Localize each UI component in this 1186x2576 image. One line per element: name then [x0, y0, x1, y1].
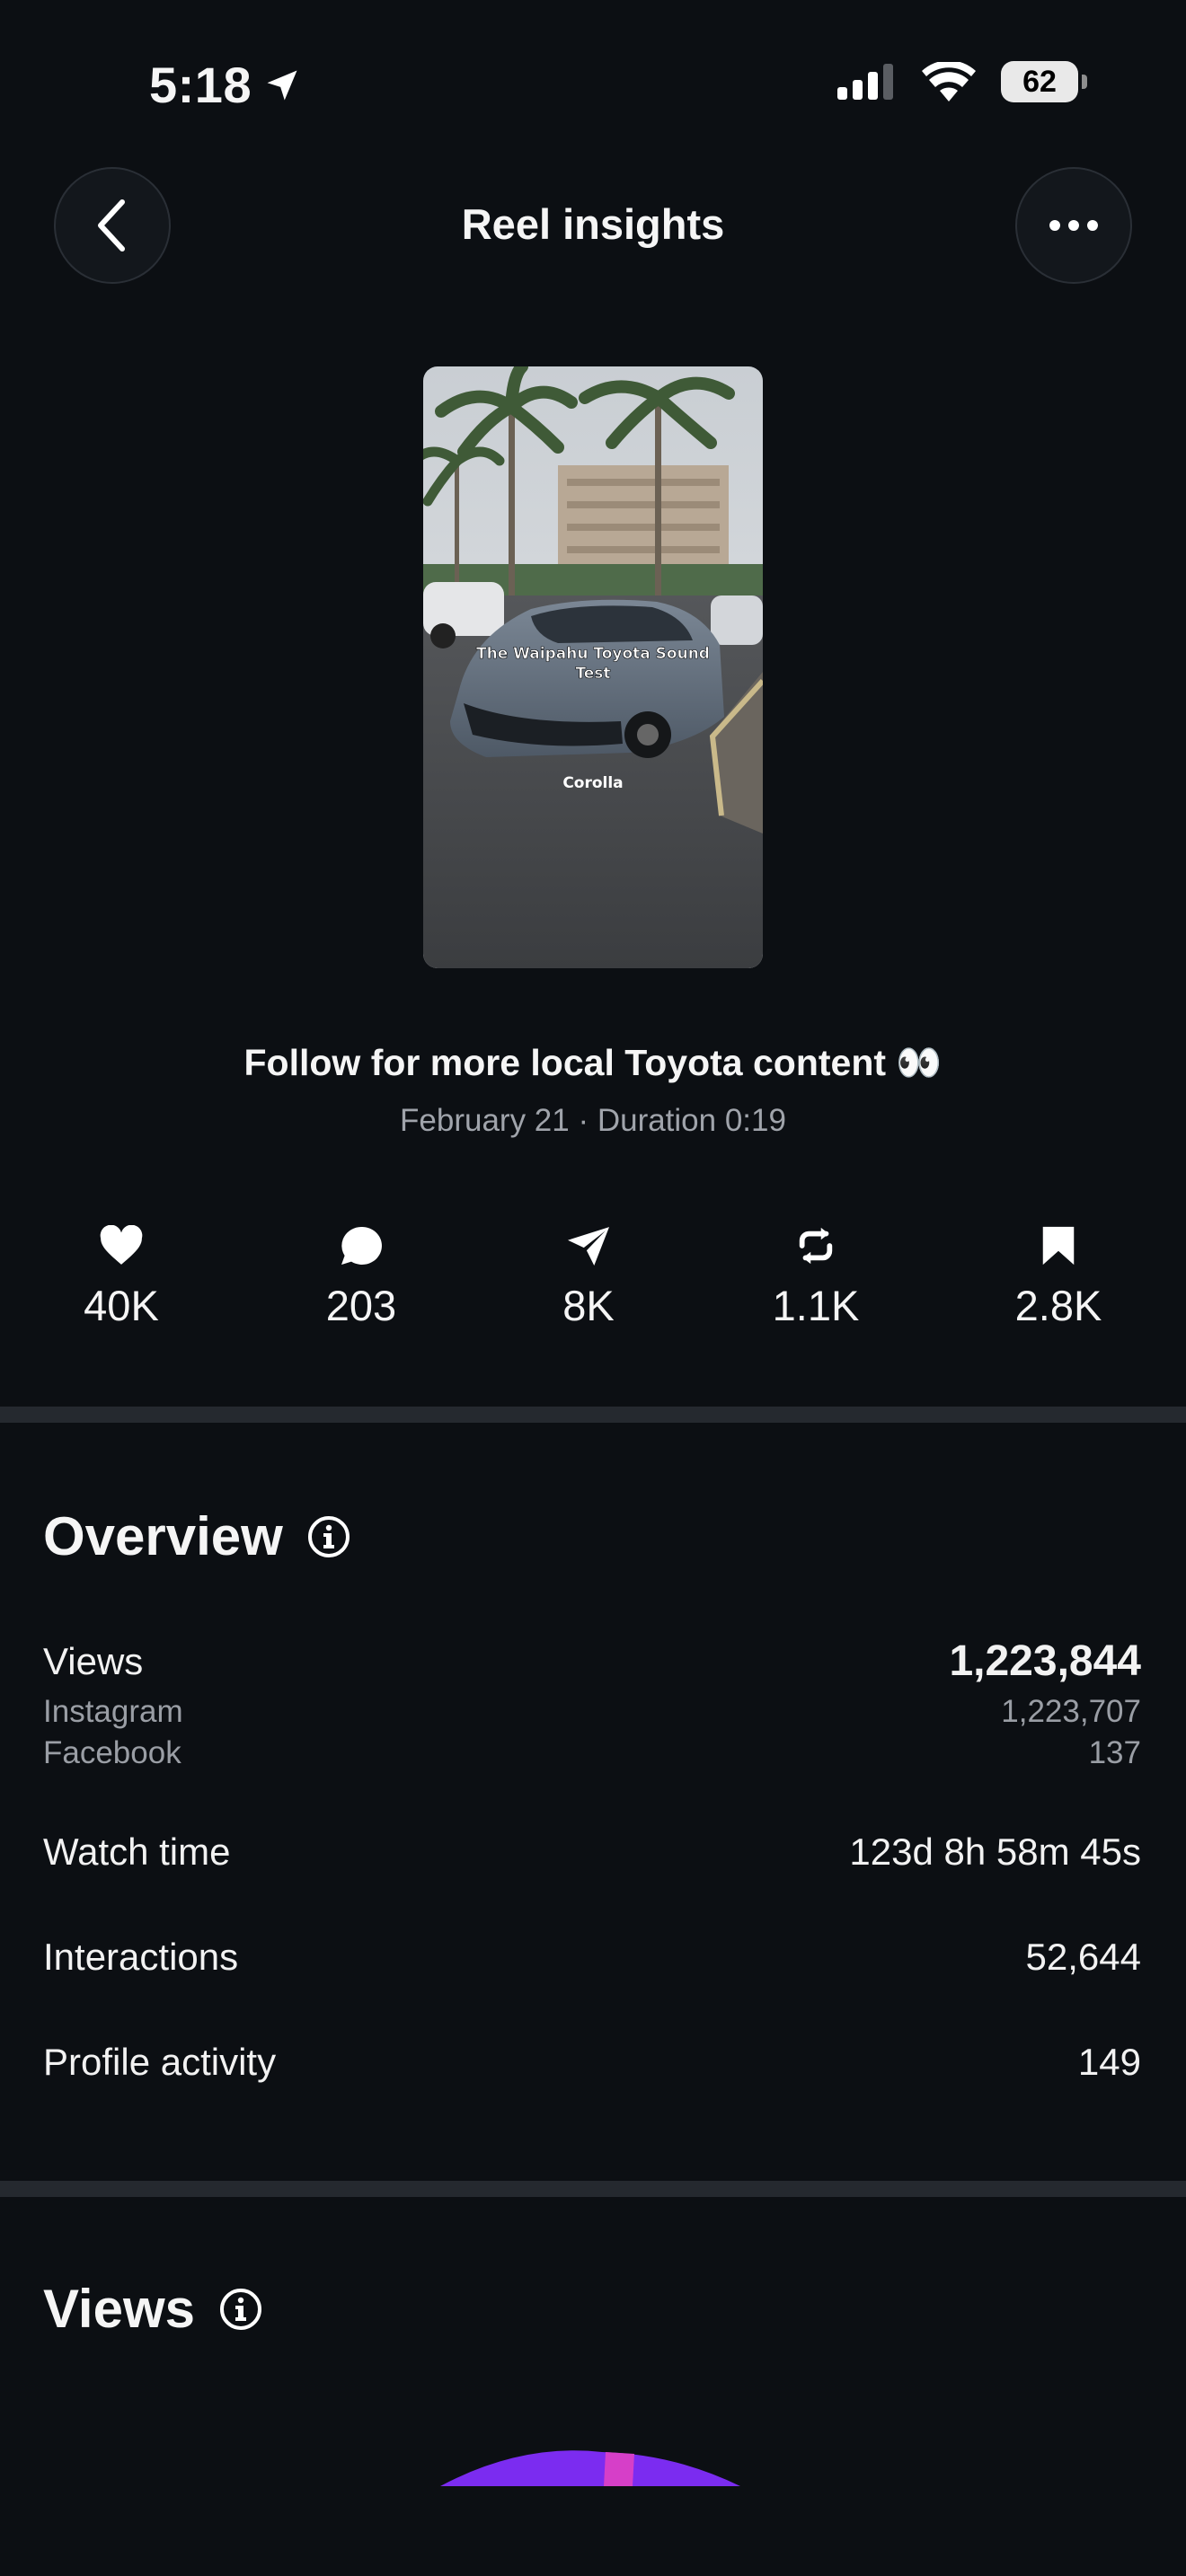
views-heading: Views — [43, 2278, 263, 2340]
shares-stat: 8K — [499, 1225, 678, 1330]
status-indicators: 62 — [837, 61, 1087, 102]
clock-text: 5:18 — [149, 57, 252, 113]
comments-count: 203 — [325, 1282, 397, 1329]
reel-thumbnail[interactable]: The Waipahu Toyota Sound Test Corolla — [423, 366, 763, 968]
instagram-label: Instagram — [43, 1694, 183, 1729]
info-icon[interactable] — [218, 2287, 263, 2332]
interactions-label: Interactions — [43, 1936, 239, 1978]
status-time: 5:18 — [149, 56, 302, 114]
profile-activity-label: Profile activity — [43, 2041, 277, 2083]
comments-stat: 203 — [271, 1225, 451, 1330]
shares-count: 8K — [562, 1282, 615, 1329]
likes-count: 40K — [84, 1282, 159, 1329]
page-title: Reel insights — [461, 200, 725, 248]
engagement-stats: 40K 203 8K 1.1K 2.8K — [0, 1225, 1186, 1351]
wifi-icon — [922, 62, 976, 101]
views-section-title: Views — [43, 2279, 196, 2339]
info-icon[interactable] — [306, 1514, 351, 1559]
reposts-stat: 1.1K — [726, 1225, 906, 1330]
watch-time-value: 123d 8h 58m 45s — [849, 1831, 1141, 1873]
donut-segment-facebook — [604, 2452, 634, 2486]
donut-segment-instagram — [440, 2450, 740, 2486]
instagram-value: 1,223,707 — [1001, 1694, 1141, 1729]
facebook-value: 137 — [1088, 1735, 1141, 1770]
more-options-button[interactable] — [1015, 167, 1132, 284]
location-arrow-icon — [267, 70, 297, 100]
interactions-value: 52,644 — [1025, 1936, 1141, 1978]
heart-icon — [100, 1225, 143, 1265]
watch-time-label: Watch time — [43, 1831, 231, 1873]
reel-thumbnail-image: The Waipahu Toyota Sound Test Corolla — [423, 366, 763, 968]
battery-level: 62 — [1022, 64, 1057, 99]
save-icon — [1042, 1226, 1075, 1266]
battery-indicator: 62 — [1001, 61, 1087, 102]
comment-icon — [341, 1226, 382, 1265]
overview-heading: Overview — [43, 1505, 351, 1567]
cellular-signal-icon — [837, 64, 893, 100]
reel-overlay-title-line1: The Waipahu Toyota Sound — [476, 645, 710, 663]
share-icon — [568, 1227, 609, 1266]
saves-stat: 2.8K — [969, 1225, 1148, 1330]
saves-count: 2.8K — [1014, 1282, 1102, 1329]
reel-meta: February 21 · Duration 0:19 — [400, 1103, 786, 1138]
likes-stat: 40K — [31, 1225, 211, 1330]
section-divider — [0, 2181, 1186, 2197]
section-divider — [0, 1407, 1186, 1423]
views-value: 1,223,844 — [949, 1637, 1141, 1685]
views-label: Views — [43, 1640, 144, 1682]
reel-overlay-label: Corolla — [562, 774, 623, 792]
facebook-label: Facebook — [43, 1735, 181, 1770]
profile-activity-value: 149 — [1077, 2041, 1141, 2083]
repost-icon — [799, 1227, 833, 1265]
overview-title: Overview — [43, 1506, 283, 1566]
more-horizontal-icon — [1049, 220, 1098, 231]
reel-caption: Follow for more local Toyota content 👀 — [243, 1042, 943, 1083]
views-donut-chart — [440, 2450, 740, 2486]
reposts-count: 1.1K — [772, 1282, 860, 1329]
reel-overlay-title-line2: Test — [575, 665, 610, 683]
